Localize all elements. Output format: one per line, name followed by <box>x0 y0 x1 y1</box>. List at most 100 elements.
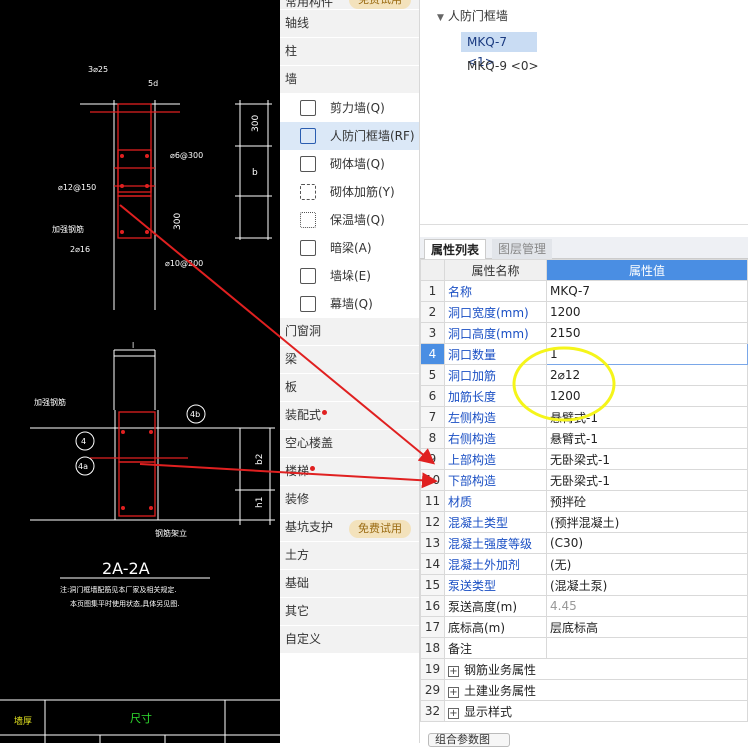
tree-item-wall-pier[interactable]: 墙垛(E) <box>280 262 419 290</box>
property-value[interactable]: 1200 <box>546 385 748 407</box>
property-row[interactable]: 5 洞口加筋 2⌀12 <box>420 364 748 386</box>
property-row[interactable]: 29 + 土建业务属性 <box>420 679 748 701</box>
property-name-label: 底标高(m) <box>448 620 506 635</box>
property-value[interactable]: (预拌混凝土) <box>546 511 748 533</box>
property-row[interactable]: 11 材质 预拌砼 <box>420 490 748 512</box>
tree-item-label: 砌体墙(Q) <box>330 157 385 171</box>
tree-item-curtain-wall[interactable]: 幕墙(Q) <box>280 290 419 318</box>
property-value[interactable] <box>546 637 748 659</box>
property-table: 属性名称 属性值 1 名称 MKQ-7 2 洞口宽度(mm) 1200 3 洞口高度(mm) 2… <box>420 259 748 722</box>
tree-item-masonry-rebar[interactable]: 砌体加筋(Y) <box>280 178 419 206</box>
property-value[interactable]: 2150 <box>546 322 748 344</box>
property-value[interactable]: 悬臂式-1 <box>546 427 748 449</box>
cad-drawing-panel[interactable]: 3⌀25 5d ⌀6@300 ⌀12@150 加强钢筋 2⌀16 ⌀10@200… <box>0 0 280 743</box>
property-value[interactable]: 1200 <box>546 301 748 323</box>
property-row[interactable]: 14 混凝土外加剂 (无) <box>420 553 748 575</box>
property-row[interactable]: 2 洞口宽度(mm) 1200 <box>420 301 748 323</box>
property-row[interactable]: 17 底标高(m) 层底标高 <box>420 616 748 638</box>
tree-item-label: 保温墙(Q) <box>330 213 385 227</box>
tree-category-beam[interactable]: 梁 <box>280 346 419 374</box>
component-item-mkq9[interactable]: MKQ-9 <0> <box>461 56 539 76</box>
tree-category-openings[interactable]: 门窗洞 <box>280 318 419 346</box>
tree-category-hollow-floor[interactable]: 空心楼盖 <box>280 430 419 458</box>
tab-layer-manage[interactable]: 图层管理 <box>492 239 553 259</box>
property-name-label: 左侧构造 <box>448 410 497 425</box>
row-index: 14 <box>420 553 445 575</box>
property-row[interactable]: 7 左侧构造 悬臂式-1 <box>420 406 748 428</box>
tree-item-label: 砌体加筋(Y) <box>330 185 395 199</box>
tree-category-earthwork[interactable]: 土方 <box>280 542 419 570</box>
tree-item-shear-wall[interactable]: 剪力墙(Q) <box>280 94 419 122</box>
property-value[interactable]: 1 <box>546 343 748 365</box>
tree-category-other[interactable]: 其它 <box>280 598 419 626</box>
property-row[interactable]: 18 备注 <box>420 637 748 659</box>
new-dot-icon <box>310 466 315 471</box>
property-value[interactable]: 悬臂式-1 <box>546 406 748 428</box>
tree-item-hidden-beam[interactable]: 暗梁(A) <box>280 234 419 262</box>
tree-item-door-frame-wall[interactable]: 人防门框墙(RF) <box>280 122 419 150</box>
tree-category-prefab[interactable]: 装配式 <box>280 402 419 430</box>
free-trial-badge[interactable]: 免费试用 <box>349 520 411 538</box>
tree-category-custom[interactable]: 自定义 <box>280 626 419 654</box>
tree-category-column[interactable]: 柱 <box>280 38 419 66</box>
row-index: 32 <box>420 700 445 722</box>
property-row[interactable]: 4 洞口数量 1 <box>420 343 748 365</box>
component-item-mkq7[interactable]: MKQ-7 <1> <box>461 32 537 69</box>
property-name: 备注 <box>444 637 547 659</box>
component-type-tree[interactable]: 常用构件 免费试用 轴线 柱 墙 剪力墙(Q) 人防门框墙(RF) 砌体墙(Q)… <box>280 0 420 743</box>
row-index: 10 <box>420 469 445 491</box>
property-value[interactable]: (混凝土泵) <box>546 574 748 596</box>
combined-param-button[interactable]: 组合参数图 <box>428 733 510 747</box>
property-value[interactable]: 2⌀12 <box>546 364 748 386</box>
header-value: 属性值 <box>546 259 748 281</box>
property-value[interactable]: 4.45 <box>546 595 748 617</box>
tree-category-decoration[interactable]: 装修 <box>280 486 419 514</box>
property-row[interactable]: 12 混凝土类型 (预拌混凝土) <box>420 511 748 533</box>
property-value[interactable]: (无) <box>546 553 748 575</box>
property-row[interactable]: 13 混凝土强度等级 (C30) <box>420 532 748 554</box>
tree-item-masonry-wall[interactable]: 砌体墙(Q) <box>280 150 419 178</box>
property-value[interactable]: 层底标高 <box>546 616 748 638</box>
property-name: 名称 <box>444 280 547 302</box>
tab-property-list[interactable]: 属性列表 <box>424 239 487 259</box>
property-value[interactable]: 预拌砼 <box>546 490 748 512</box>
property-name-label: 下部构造 <box>448 473 497 488</box>
property-name: 材质 <box>444 490 547 512</box>
property-row[interactable]: 1 名称 MKQ-7 <box>420 280 748 302</box>
tree-category-slab[interactable]: 板 <box>280 374 419 402</box>
property-row[interactable]: 32 + 显示样式 <box>420 700 748 722</box>
property-value[interactable]: 无卧梁式-1 <box>546 469 748 491</box>
property-row[interactable]: 6 加筋长度 1200 <box>420 385 748 407</box>
property-name-label: 洞口数量 <box>448 347 497 362</box>
tree-item-label: 幕墙(Q) <box>330 297 373 311</box>
property-row[interactable]: 9 上部构造 无卧梁式-1 <box>420 448 748 470</box>
property-row[interactable]: 8 右侧构造 悬臂式-1 <box>420 427 748 449</box>
tree-item-insulation-wall[interactable]: 保温墙(Q) <box>280 206 419 234</box>
expand-plus-icon[interactable]: + <box>448 665 459 677</box>
property-name-label: 泵送类型 <box>448 578 497 593</box>
property-row[interactable]: 3 洞口高度(mm) 2150 <box>420 322 748 344</box>
expand-plus-icon[interactable]: + <box>448 707 459 719</box>
tree-category-common[interactable]: 常用构件 免费试用 <box>280 0 419 10</box>
masonry-rebar-icon <box>300 184 316 200</box>
property-value[interactable]: (C30) <box>546 532 748 554</box>
tree-category-foundation[interactable]: 基础 <box>280 570 419 598</box>
tree-category-pit-support[interactable]: 基坑支护 免费试用 <box>280 514 419 542</box>
expand-plus-icon[interactable]: + <box>448 686 459 698</box>
property-row[interactable]: 16 泵送高度(m) 4.45 <box>420 595 748 617</box>
property-value[interactable]: MKQ-7 <box>546 280 748 302</box>
property-row[interactable]: 15 泵送类型 (混凝土泵) <box>420 574 748 596</box>
property-row[interactable]: 10 下部构造 无卧梁式-1 <box>420 469 748 491</box>
property-row[interactable]: 19 + 钢筋业务属性 <box>420 658 748 680</box>
tree-category-stairs[interactable]: 楼梯 <box>280 458 419 486</box>
collapse-triangle-icon[interactable]: ▼ <box>437 13 444 23</box>
property-name-label: 备注 <box>448 641 473 656</box>
property-name: 底标高(m) <box>444 616 547 638</box>
tree-category-axis[interactable]: 轴线 <box>280 10 419 38</box>
tree-category-wall[interactable]: 墙 <box>280 66 419 94</box>
property-value[interactable]: 无卧梁式-1 <box>546 448 748 470</box>
insulation-wall-icon <box>300 212 316 228</box>
component-group[interactable]: ▼ 人防门框墙 <box>437 6 539 26</box>
property-name: + 土建业务属性 <box>444 679 748 701</box>
free-trial-badge-top[interactable]: 免费试用 <box>349 0 411 9</box>
